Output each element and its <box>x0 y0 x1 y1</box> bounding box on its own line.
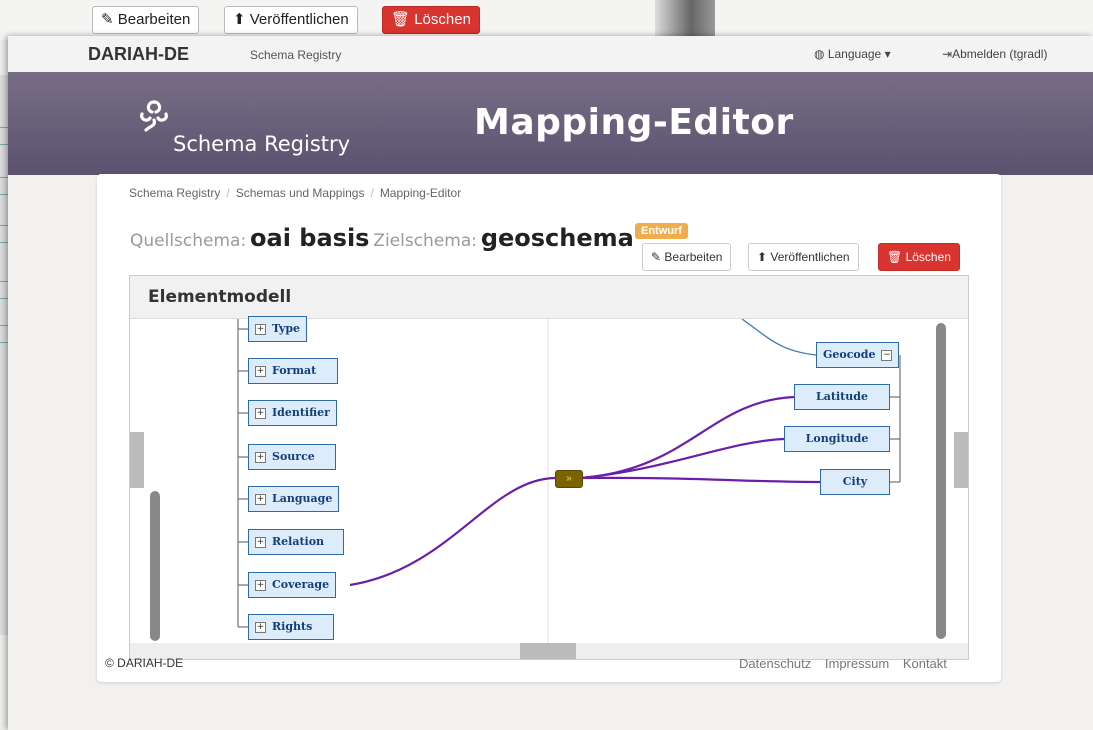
schema-registry-logo-icon <box>140 100 168 132</box>
background-window-strip <box>0 75 8 635</box>
publish-icon: ⬆ <box>757 250 768 264</box>
logout-link[interactable]: ⇥Abmelden (tgradl) <box>942 47 1047 61</box>
breadcrumb-item-current: Mapping-Editor <box>379 186 462 200</box>
background-window-edge <box>655 0 715 38</box>
mapping-title: Quellschema: oai basis Zielschema: geosc… <box>130 224 634 252</box>
trash-icon: 🗑 <box>887 250 903 264</box>
source-node-identifier[interactable]: + Identifier <box>248 400 337 426</box>
language-dropdown[interactable]: ◍ Language ▾ <box>814 47 891 61</box>
expand-icon[interactable]: + <box>255 323 266 335</box>
footer-link-contact[interactable]: Kontakt <box>903 656 947 671</box>
source-node-rights[interactable]: + Rights <box>248 614 334 640</box>
right-scrollbar <box>936 323 946 639</box>
publish-button[interactable]: ⬆ Veröffentlichen <box>748 243 859 271</box>
target-node-city[interactable]: City <box>820 469 890 495</box>
globe-icon: ◍ <box>814 47 825 61</box>
breadcrumb-item-registry[interactable]: Schema Registry <box>129 186 220 200</box>
edit-icon: ✎ <box>651 250 662 264</box>
edit-icon: ✎ <box>101 11 114 28</box>
brand-subtitle-link[interactable]: Schema Registry <box>250 48 341 62</box>
publish-icon: ⬆ <box>233 11 246 28</box>
source-node-language[interactable]: + Language <box>248 486 340 512</box>
logo-text[interactable]: Schema Registry <box>173 132 350 156</box>
target-schema-name: geoschema <box>480 224 634 252</box>
background-edit-button[interactable]: ✎ Bearbeiten <box>92 6 200 34</box>
fast-forward-icon[interactable]: » <box>555 470 583 488</box>
mapping-canvas[interactable]: + Type + Format + Identifier + Source + Langu… <box>130 316 968 659</box>
top-navbar: DARIAH-DE Schema Registry ◍ Language ▾ ⇥… <box>8 36 1093 73</box>
logout-icon: ⇥ <box>942 47 953 61</box>
source-node-relation[interactable]: + Relation <box>248 529 344 555</box>
left-scrollbar <box>150 491 160 641</box>
target-node-latitude[interactable]: Latitude <box>794 384 890 410</box>
source-schema-label: Quellschema: <box>130 231 247 251</box>
content-card: Schema Registry / Schemas und Mappings / Map… <box>97 174 1001 682</box>
target-node-longitude[interactable]: Longitude <box>784 426 890 452</box>
trash-icon: 🗑 <box>391 11 411 28</box>
target-node-geocode[interactable]: Geocode − <box>816 342 900 368</box>
breadcrumb: Schema Registry / Schemas und Mappings / Map… <box>129 186 462 200</box>
bottom-scrollbar <box>520 643 576 659</box>
caret-down-icon: ▾ <box>884 47 891 61</box>
footer-links: Datenschutz Impressum Kontakt <box>739 656 957 671</box>
expand-icon[interactable]: + <box>255 365 266 377</box>
expand-icon[interactable]: + <box>255 621 266 633</box>
editor-header: Elementmodell <box>130 276 968 319</box>
background-delete-button[interactable]: 🗑 Löschen <box>382 6 480 34</box>
collapse-icon[interactable]: − <box>881 349 893 361</box>
expand-icon[interactable]: + <box>255 451 266 463</box>
app-window: DARIAH-DE Schema Registry ◍ Language ▾ ⇥… <box>8 36 1093 730</box>
background-publish-button[interactable]: ⬆ Veröffentlichen <box>224 6 358 34</box>
page-title: Mapping-Editor <box>474 102 794 143</box>
edit-button[interactable]: ✎ Bearbeiten <box>642 243 732 271</box>
breadcrumb-item-schemas[interactable]: Schemas und Mappings <box>236 186 365 200</box>
footer-link-privacy[interactable]: Datenschutz <box>739 656 811 671</box>
source-node-source[interactable]: + Source <box>248 444 336 470</box>
expand-icon[interactable]: + <box>255 579 266 591</box>
source-node-format[interactable]: + Format <box>248 358 338 384</box>
delete-button[interactable]: 🗑 Löschen <box>878 243 960 271</box>
expand-icon[interactable]: + <box>255 407 266 419</box>
footer-copyright: © DARIAH-DE <box>105 656 184 670</box>
footer-link-imprint[interactable]: Impressum <box>825 656 889 671</box>
editor-title: Elementmodell <box>148 287 292 307</box>
status-badge: Entwurf <box>635 223 688 239</box>
expand-icon[interactable]: + <box>255 536 266 548</box>
brand-link[interactable]: DARIAH-DE <box>88 44 189 65</box>
source-schema-name: oai basis <box>250 224 370 252</box>
source-node-coverage[interactable]: + Coverage <box>248 572 337 598</box>
source-node-type[interactable]: + Type <box>248 316 308 342</box>
mapping-editor-panel: Elementmodell + Type + Format + Identifi… <box>129 275 969 660</box>
expand-icon[interactable]: + <box>255 493 266 505</box>
target-schema-label: Zielschema: <box>373 231 477 251</box>
